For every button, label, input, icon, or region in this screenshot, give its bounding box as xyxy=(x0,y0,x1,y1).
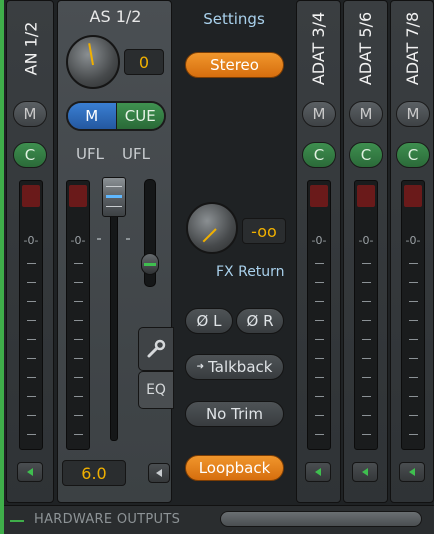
ufl-left-label: UFL xyxy=(76,145,104,163)
clip-indicator xyxy=(310,185,328,207)
clip-indicator xyxy=(69,185,87,207)
settings-title: Settings xyxy=(203,10,265,28)
collapse-button[interactable] xyxy=(148,463,170,483)
cue-button[interactable]: C xyxy=(13,142,47,168)
no-trim-button[interactable]: No Trim xyxy=(185,401,284,427)
fx-return-label: FX Return xyxy=(216,264,285,280)
channel-strip-an12: AN 1/2 M C -0- xyxy=(6,0,54,503)
cue-button[interactable]: C xyxy=(396,142,430,168)
wrench-icon xyxy=(147,339,166,358)
channel-label: ADAT 3/4 xyxy=(309,11,329,85)
eq-tab[interactable]: EQ xyxy=(138,371,174,409)
mute-button[interactable]: M xyxy=(302,101,336,127)
triangle-left-icon xyxy=(409,468,415,476)
fader-value: 6.0 xyxy=(62,460,126,486)
expand-button[interactable] xyxy=(352,462,378,482)
left-edge-indicator xyxy=(0,0,4,534)
expand-button[interactable] xyxy=(305,462,331,482)
mute-cue-group: M CUE xyxy=(66,101,166,131)
channel-strip-adat34: ADAT 3/4 M C -0- xyxy=(296,0,341,503)
level-meter: -0- xyxy=(354,180,378,450)
ufl-right-label: UFL xyxy=(122,145,150,163)
stereo-button[interactable]: Stereo xyxy=(185,52,284,78)
meter-zero-label: -0- xyxy=(405,234,421,247)
meter-zero-label: -0- xyxy=(358,234,374,247)
fader-handle[interactable] xyxy=(102,177,126,217)
mute-button[interactable]: M xyxy=(396,101,430,127)
channel-label: AS 1/2 xyxy=(89,7,142,26)
channel-label: ADAT 5/6 xyxy=(356,11,376,85)
cue-button[interactable]: C xyxy=(302,142,336,168)
talkback-button[interactable]: ➜ Talkback xyxy=(185,354,284,380)
level-meter: -0- xyxy=(19,180,43,450)
expand-button[interactable] xyxy=(399,462,425,482)
gain-knob[interactable] xyxy=(66,35,120,89)
channel-label: ADAT 7/8 xyxy=(403,11,423,85)
meter-zero-label: -0- xyxy=(70,234,86,247)
triangle-left-icon xyxy=(362,468,368,476)
triangle-left-icon xyxy=(156,469,162,477)
cue-button[interactable]: C xyxy=(349,142,383,168)
channel-strip-adat78: ADAT 7/8 M C -0- xyxy=(390,0,434,503)
fx-return-knob[interactable] xyxy=(186,202,238,254)
settings-panel: Settings Stereo -oo FX Return Ø L Ø R ➜ T… xyxy=(176,0,292,503)
pan-handle[interactable] xyxy=(141,253,159,275)
footer-accent xyxy=(10,520,24,522)
expand-button[interactable] xyxy=(17,462,43,482)
horizontal-scrollbar[interactable] xyxy=(220,511,422,527)
phase-right-button[interactable]: Ø R xyxy=(236,308,284,334)
level-meter: -0- xyxy=(66,180,90,450)
phase-left-button[interactable]: Ø L xyxy=(185,308,233,334)
triangle-left-icon xyxy=(27,468,33,476)
arrow-right-icon: ➜ xyxy=(196,362,205,372)
knob-pointer xyxy=(202,228,217,243)
fader-track xyxy=(110,183,118,441)
gain-value: 0 xyxy=(124,49,164,75)
mute-button[interactable]: M xyxy=(68,103,116,129)
triangle-left-icon xyxy=(315,468,321,476)
clip-indicator xyxy=(22,185,40,207)
footer-bar: HARDWARE OUTPUTS xyxy=(4,505,434,534)
level-meter: -0- xyxy=(401,180,425,450)
knob-pointer xyxy=(88,43,94,66)
meter-zero-label: -0- xyxy=(23,234,39,247)
mute-button[interactable]: M xyxy=(13,101,47,127)
footer-title: HARDWARE OUTPUTS xyxy=(34,512,181,527)
mute-button[interactable]: M xyxy=(349,101,383,127)
clip-indicator xyxy=(404,185,422,207)
channel-strip-as12: AS 1/2 0 M CUE UFL UFL -0- EQ 6.0 xyxy=(57,0,174,503)
loopback-button[interactable]: Loopback xyxy=(185,455,284,481)
cue-button[interactable]: CUE xyxy=(115,103,164,129)
channel-label: AN 1/2 xyxy=(21,21,41,75)
meter-zero-label: -0- xyxy=(311,234,327,247)
settings-tab[interactable] xyxy=(138,327,174,371)
fx-return-value: -oo xyxy=(242,218,286,244)
clip-indicator xyxy=(357,185,375,207)
channel-strip-adat56: ADAT 5/6 M C -0- xyxy=(343,0,388,503)
level-meter: -0- xyxy=(307,180,331,450)
